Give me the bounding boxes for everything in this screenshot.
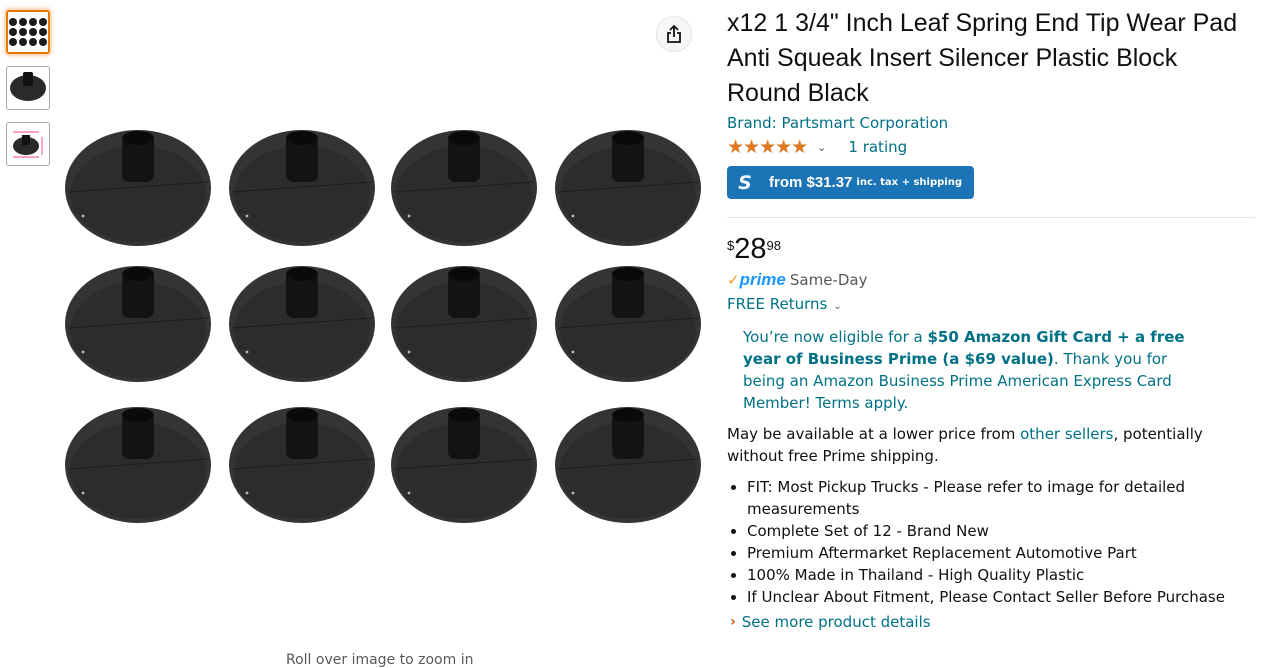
price-symbol: $ xyxy=(727,238,735,253)
availability-prefix: May be available at a lower price from xyxy=(727,425,1021,443)
wear-pad-7 xyxy=(391,266,537,382)
coupon-amount: from $31.37 xyxy=(769,174,853,191)
coupon-note: inc. tax + shipping xyxy=(856,177,962,188)
thumbnail-1[interactable] xyxy=(6,10,50,54)
feature-bullet: 100% Made in Thailand - High Quality Pla… xyxy=(747,564,1247,586)
wear-pad-11 xyxy=(391,407,537,523)
wear-pad-3 xyxy=(391,130,537,246)
rating-row: ★★★★★ ⌄ 1 rating xyxy=(727,136,1257,158)
availability-note: May be available at a lower price from o… xyxy=(727,423,1252,467)
wear-pad-1 xyxy=(65,130,211,246)
wear-pad-2 xyxy=(229,130,375,246)
feature-bullet: FIT: Most Pickup Trucks - Please refer t… xyxy=(747,476,1247,520)
chevron-right-icon: › xyxy=(730,614,736,630)
see-more-label: See more product details xyxy=(741,613,931,631)
s-logo-icon: S xyxy=(738,171,752,194)
other-sellers-link[interactable]: other sellers xyxy=(1020,425,1113,443)
wear-pad-12 xyxy=(555,407,701,523)
wear-pad-9 xyxy=(65,407,211,523)
zoom-hint: Roll over image to zoom in xyxy=(286,652,474,668)
delivery-speed: Same-Day xyxy=(789,271,868,289)
chevron-down-icon: ⌄ xyxy=(833,301,842,312)
thumbnail-3[interactable] xyxy=(6,122,50,166)
price-fraction: 98 xyxy=(766,238,781,253)
free-returns-label: FREE Returns xyxy=(727,295,828,313)
rating-count-link[interactable]: 1 rating xyxy=(848,138,907,156)
star-rating-icon[interactable]: ★★★★★ xyxy=(727,136,808,158)
wear-pad-10 xyxy=(229,407,375,523)
price-whole: 28 xyxy=(734,233,767,265)
thumbnail-strip xyxy=(6,10,54,178)
business-prime-promo[interactable]: You’re now eligible for a $50 Amazon Gif… xyxy=(743,326,1213,414)
share-icon xyxy=(667,24,681,43)
prime-check-icon: ✓ xyxy=(727,271,740,289)
feature-bullet: Complete Set of 12 - Brand New xyxy=(747,520,1247,542)
product-info: x12 1 3/4" Inch Leaf Spring End Tip Wear… xyxy=(727,6,1257,631)
free-returns-link[interactable]: FREE Returns ⌄ xyxy=(727,295,1257,313)
shopping-coupon-badge[interactable]: S from $31.37 inc. tax + shipping xyxy=(727,166,974,199)
thumbnail-grid-image xyxy=(9,18,47,46)
brand-link[interactable]: Brand: Partsmart Corporation xyxy=(727,114,1257,132)
main-product-image[interactable] xyxy=(58,120,708,540)
pad-grid-image xyxy=(65,130,701,523)
feature-bullet: Premium Aftermarket Replacement Automoti… xyxy=(747,542,1247,564)
feature-bullet: If Unclear About Fitment, Please Contact… xyxy=(747,586,1247,608)
chevron-down-icon[interactable]: ⌄ xyxy=(817,141,826,154)
promo-prefix: You’re now eligible for a xyxy=(743,328,928,346)
wear-pad-4 xyxy=(555,130,701,246)
feature-bullets: FIT: Most Pickup Trucks - Please refer t… xyxy=(727,476,1247,608)
wear-pad-8 xyxy=(555,266,701,382)
divider xyxy=(727,217,1255,218)
wear-pad-6 xyxy=(229,266,375,382)
wear-pad-5 xyxy=(65,266,211,382)
price: $ 28 98 xyxy=(727,234,1257,264)
thumbnail-single-pad-image xyxy=(10,72,46,101)
prime-badge: ✓ prime Same-Day xyxy=(727,270,1257,290)
prime-logo: prime xyxy=(739,270,786,289)
share-button[interactable] xyxy=(656,16,692,52)
product-title: x12 1 3/4" Inch Leaf Spring End Tip Wear… xyxy=(727,9,1238,107)
thumbnail-2[interactable] xyxy=(6,66,50,110)
thumbnail-dimension-image xyxy=(13,131,43,158)
see-more-details-link[interactable]: › See more product details xyxy=(727,613,1257,631)
